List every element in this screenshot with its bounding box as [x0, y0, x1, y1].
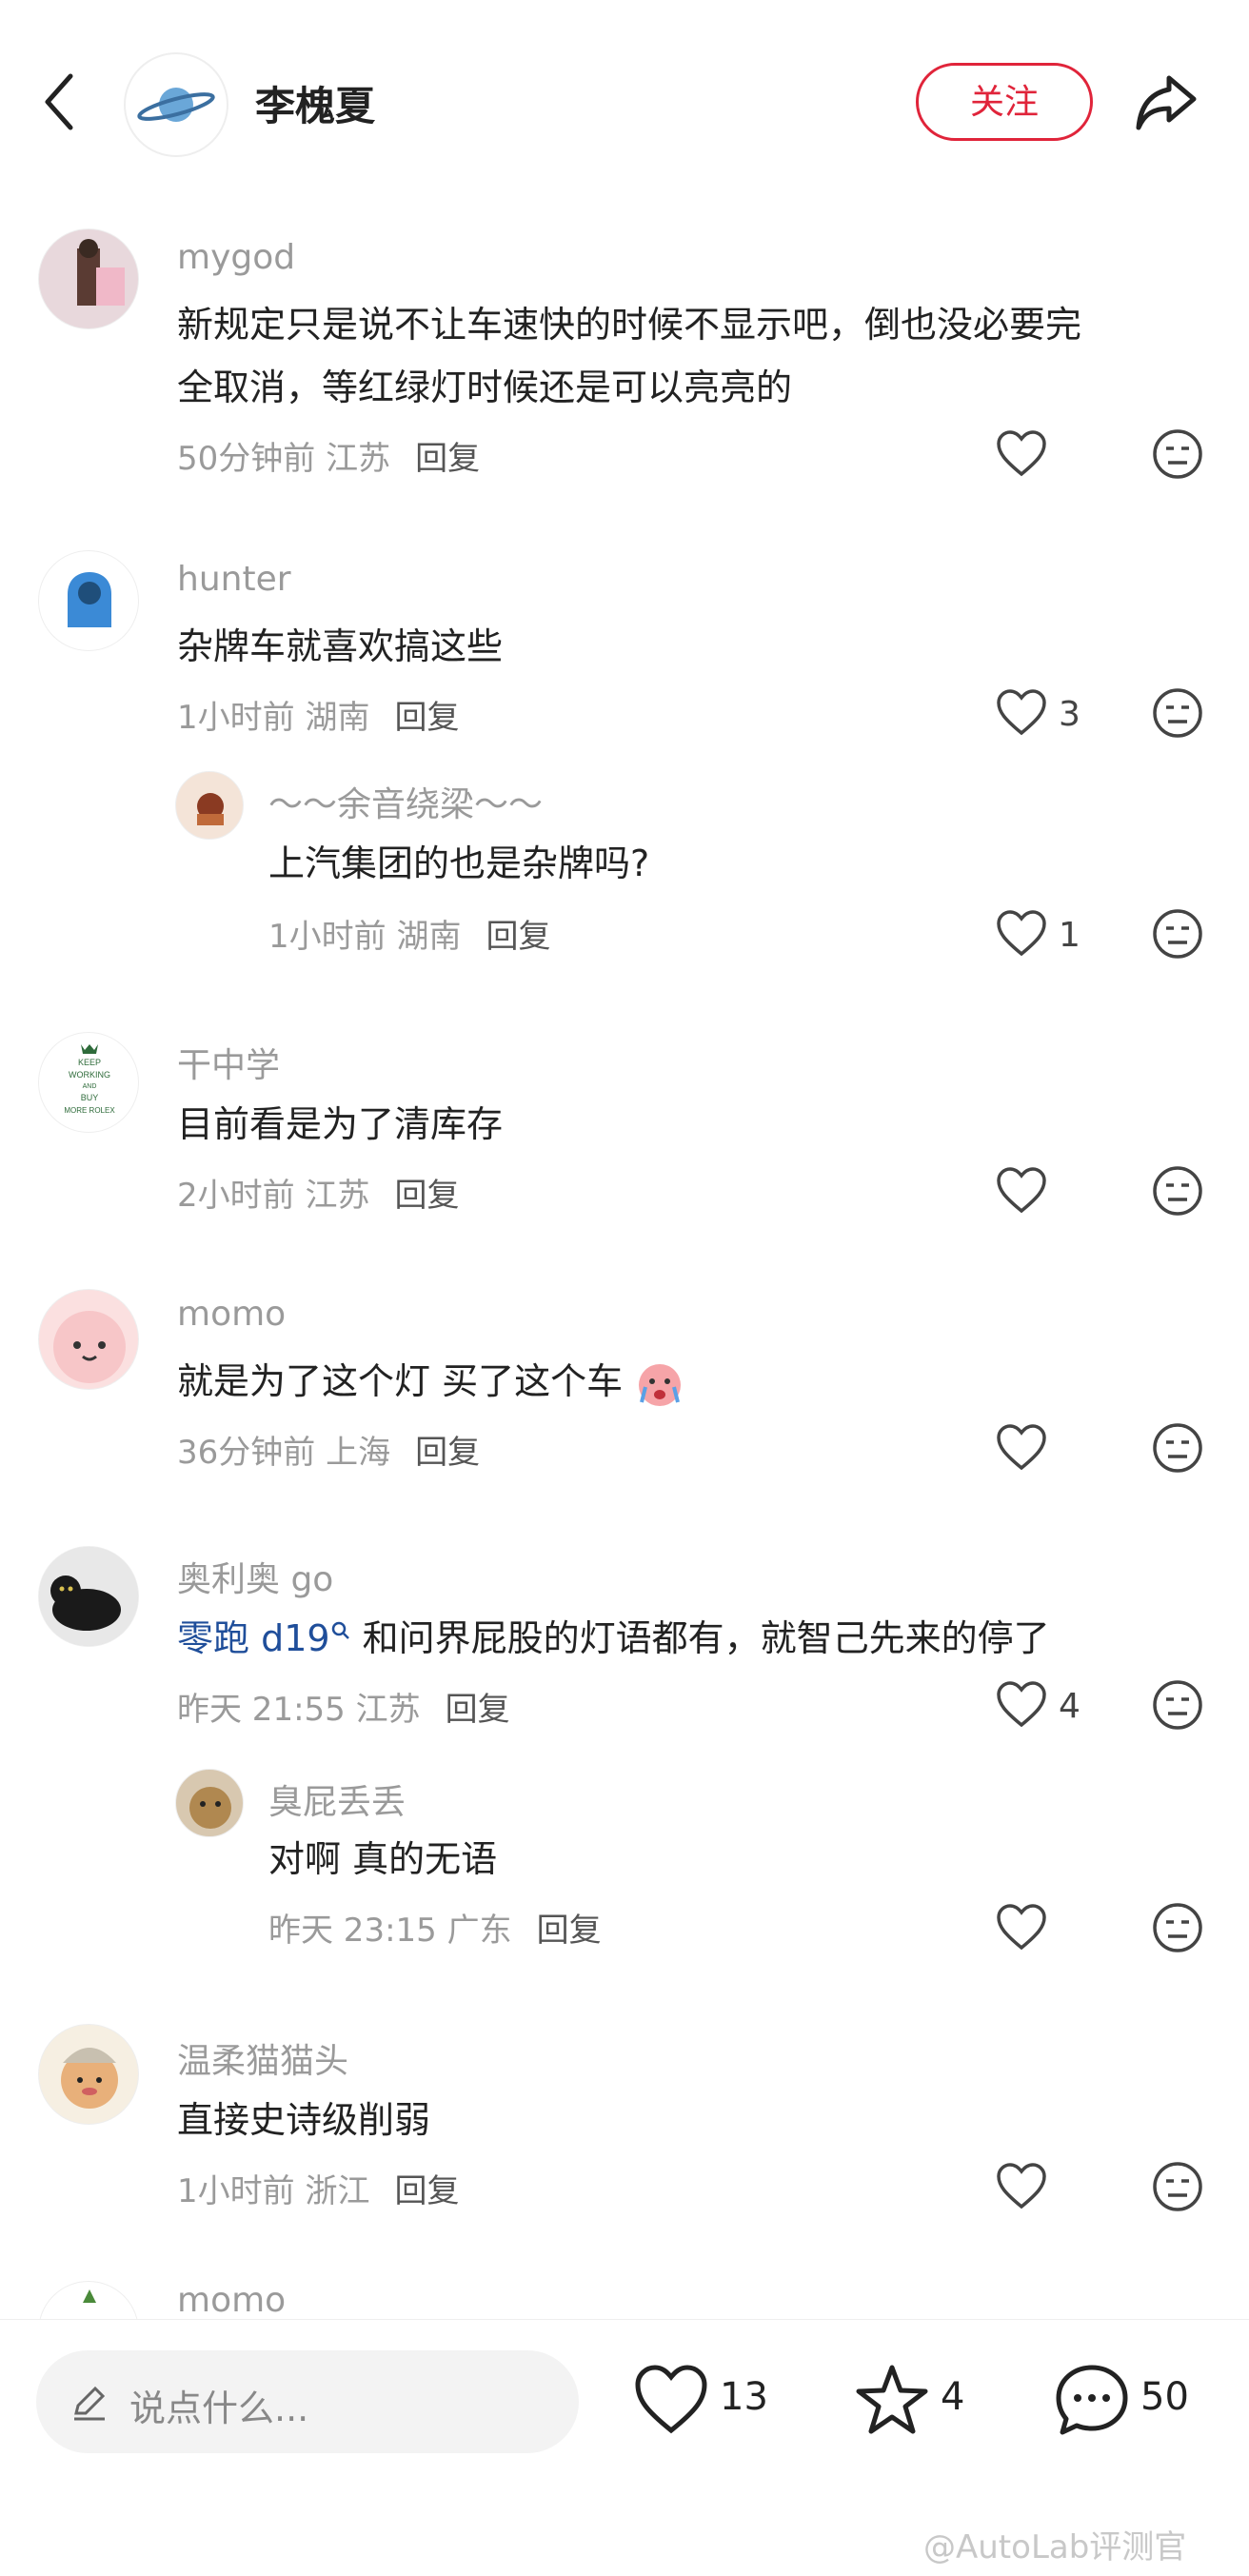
- comment-time: 36分钟前 上海: [177, 1434, 391, 1472]
- heart-icon[interactable]: [996, 1904, 1047, 1952]
- comment-text: 直接史诗级削弱: [177, 2099, 431, 2141]
- heart-icon[interactable]: [996, 910, 1047, 958]
- user-avatar[interactable]: [38, 1546, 139, 1647]
- search-icon: [331, 1621, 349, 1639]
- watermark: @AutoLab评测官: [923, 2528, 1187, 2566]
- comment-count: 50: [1140, 2375, 1189, 2419]
- comment-meta: 昨天 21:55 江苏 回复: [177, 1683, 510, 1730]
- comment-input[interactable]: 说点什么...: [36, 2350, 579, 2453]
- comment-author[interactable]: 干中学: [177, 1038, 280, 1087]
- comment-meta: 昨天 23:15 广东 回复: [268, 1904, 602, 1951]
- like-count: 4: [1059, 1687, 1080, 1726]
- comment-time: 1小时前 浙江: [177, 2172, 370, 2210]
- heart-icon[interactable]: [996, 1424, 1047, 1472]
- dislike-face-icon[interactable]: [1152, 428, 1203, 480]
- rolex-logo: KEEP WORKING AND BUY MORE ROLEX: [64, 1044, 115, 1115]
- dislike-face-icon[interactable]: [1152, 1422, 1203, 1474]
- user-avatar[interactable]: [38, 1289, 139, 1390]
- comment-text-line-2: 全取消，等红绿灯时候还是可以亮亮的: [177, 367, 793, 408]
- heart-icon[interactable]: [996, 430, 1047, 478]
- heart-icon[interactable]: [996, 2163, 1047, 2210]
- comment-text-body: 和问界屁股的灯语都有，就智己先来的停了: [350, 1617, 1050, 1659]
- pencil-icon: [74, 2386, 106, 2421]
- reply-button[interactable]: 回复: [415, 1434, 480, 1472]
- comment-input-placeholder: 说点什么...: [129, 2388, 309, 2429]
- user-avatar[interactable]: [175, 1769, 244, 1837]
- author-avatar[interactable]: [124, 52, 228, 157]
- avatar-text-line: KEEP: [78, 1058, 101, 1067]
- comment-time: 50分钟前 江苏: [177, 440, 391, 478]
- comment-text: 就是为了这个灯 买了这个车: [177, 1350, 685, 1413]
- comment-time: 2小时前 江苏: [177, 1177, 370, 1215]
- reply-button[interactable]: 回复: [486, 918, 550, 956]
- reply-button[interactable]: 回复: [415, 440, 480, 478]
- reply-button[interactable]: 回复: [394, 2172, 459, 2210]
- comment-author[interactable]: 温柔猫猫头: [177, 2033, 348, 2083]
- heart-icon[interactable]: [996, 1681, 1047, 1729]
- crying-emoji-icon: [639, 1363, 682, 1406]
- comment-bubble-icon[interactable]: [1055, 2364, 1129, 2436]
- top-bar: 李槐夏 关注: [0, 0, 1249, 200]
- reply-button[interactable]: 回复: [394, 1177, 459, 1215]
- reply-button[interactable]: 回复: [394, 699, 459, 737]
- comment-text: 新规定只是说不让车速快的时候不显示吧，倒也没必要完 全取消，等红绿灯时候还是可以…: [177, 293, 1205, 419]
- back-arrow-icon[interactable]: [38, 69, 86, 135]
- dislike-face-icon[interactable]: [1152, 1679, 1203, 1731]
- user-avatar[interactable]: [38, 228, 139, 329]
- star-count: 4: [941, 2375, 965, 2419]
- dislike-face-icon[interactable]: [1152, 687, 1203, 739]
- comment-author[interactable]: ～～余音绕梁～～: [268, 777, 543, 826]
- comment-text-body: 就是为了这个灯 买了这个车: [177, 1360, 624, 1402]
- comment-author[interactable]: 臭屁丢丢: [268, 1774, 406, 1824]
- dislike-face-icon[interactable]: [1152, 2161, 1203, 2212]
- comment-text: 对啊 真的无语: [268, 1838, 498, 1880]
- comment-text: 杂牌车就喜欢搞这些: [177, 625, 504, 667]
- dislike-face-icon[interactable]: [1152, 1902, 1203, 1953]
- user-avatar[interactable]: [38, 2024, 139, 2125]
- reply-button[interactable]: 回复: [446, 1691, 510, 1729]
- heart-icon[interactable]: [996, 689, 1047, 737]
- share-icon[interactable]: [1133, 69, 1199, 135]
- avatar-text-line: BUY: [81, 1093, 99, 1102]
- user-avatar[interactable]: [38, 550, 139, 651]
- reply-button[interactable]: 回复: [537, 1912, 602, 1950]
- like-count: 13: [720, 2375, 768, 2419]
- dislike-face-icon[interactable]: [1152, 1165, 1203, 1217]
- comment-meta: 1小时前 湖南 回复: [268, 910, 550, 957]
- comment-meta: 36分钟前 上海 回复: [177, 1426, 480, 1473]
- comment-time: 昨天 21:55 江苏: [177, 1691, 421, 1729]
- comment-text: 上汽集团的也是杂牌吗?: [268, 842, 650, 884]
- dislike-face-icon[interactable]: [1152, 908, 1203, 960]
- heart-icon[interactable]: [634, 2364, 708, 2436]
- comment-text: 目前看是为了清库存: [177, 1103, 504, 1145]
- comment-meta: 1小时前 湖南 回复: [177, 691, 459, 738]
- bottom-action-bar: 说点什么... 13 4 50: [0, 2319, 1249, 2478]
- heart-icon[interactable]: [996, 1167, 1047, 1215]
- planet-icon: [137, 88, 215, 122]
- avatar-text-line: WORKING: [69, 1070, 110, 1080]
- comment-author[interactable]: 奥利奥 go: [177, 1552, 333, 1601]
- mention-link[interactable]: 零跑 d19: [177, 1617, 330, 1659]
- comment-author[interactable]: momo: [177, 1295, 286, 1334]
- comment-time: 昨天 23:15 广东: [268, 1912, 512, 1950]
- avatar-text-line: MORE ROLEX: [64, 1106, 115, 1115]
- like-count: 3: [1059, 695, 1080, 734]
- comment-text: 零跑 d19 和问界屁股的灯语都有，就智己先来的停了: [177, 1607, 1050, 1670]
- comment-text-line-1: 新规定只是说不让车速快的时候不显示吧，倒也没必要完: [177, 304, 1082, 346]
- follow-button[interactable]: 关注: [916, 63, 1093, 141]
- like-count: 1: [1059, 916, 1080, 955]
- comment-time: 1小时前 湖南: [268, 918, 462, 956]
- star-icon[interactable]: [855, 2364, 929, 2436]
- comment-meta: 2小时前 江苏 回复: [177, 1169, 459, 1216]
- avatar-text-line: AND: [83, 1083, 97, 1090]
- comment-meta: 1小时前 浙江 回复: [177, 2165, 459, 2211]
- comment-meta: 50分钟前 江苏 回复: [177, 432, 480, 479]
- comment-author[interactable]: mygod: [177, 238, 295, 277]
- comment-time: 1小时前 湖南: [177, 699, 370, 737]
- comment-author[interactable]: hunter: [177, 560, 291, 599]
- user-avatar[interactable]: KEEP WORKING AND BUY MORE ROLEX: [38, 1032, 139, 1133]
- user-avatar[interactable]: [175, 771, 244, 840]
- comment-author[interactable]: momo: [177, 2281, 286, 2320]
- author-name[interactable]: 李槐夏: [255, 74, 375, 132]
